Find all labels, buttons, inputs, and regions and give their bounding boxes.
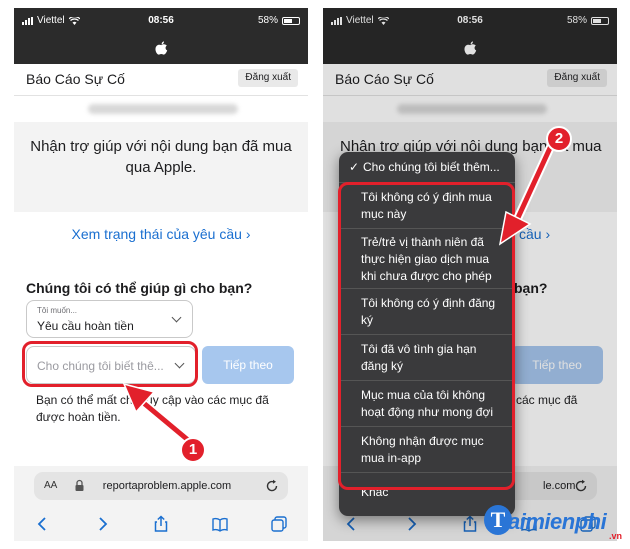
pointer-arrow-2 [498,143,555,246]
pointer-arrow-1 [122,382,193,445]
apple-bar [14,32,308,64]
watermark-brand: aimienphi [508,509,607,534]
watermark-domain: .vn [608,531,622,541]
view-request-status-link[interactable]: Xem trạng thái của yêu cầu › [14,226,308,242]
page-title: Báo Cáo Sự Cố [26,71,125,87]
tutorial-image: Viettel 08:56 58% Báo Cáo Sự Cố Đăng xuấ… [0,0,630,549]
back-icon[interactable] [34,515,52,533]
reload-icon[interactable] [264,478,280,494]
step-badge-1: 1 [180,437,206,463]
blurred-account-email [14,96,308,122]
safari-toolbar [14,506,308,541]
want-select-label: Tôi muốn... [37,306,78,315]
page-header: Báo Cáo Sự Cố Đăng xuất [14,64,308,96]
status-bar: Viettel 08:56 58% [14,8,308,32]
forward-icon[interactable] [93,515,111,533]
logout-button[interactable]: Đăng xuất [238,69,298,87]
url-text: reportaproblem.apple.com [102,480,232,492]
tabs-icon[interactable] [270,515,288,533]
battery-percent: 58% [257,15,278,26]
next-button[interactable]: Tiếp theo [202,346,294,384]
chevron-down-icon [171,312,182,323]
watermark-logo: T aimienphi .vn [484,505,624,543]
url-field[interactable]: AA reportaproblem.apple.com [34,472,288,500]
share-icon[interactable] [152,514,170,533]
help-heading: Chúng tôi có thể giúp gì cho bạn? [26,280,253,296]
bookmarks-icon[interactable] [211,515,229,533]
safari-address-bar: AA reportaproblem.apple.com [14,466,308,506]
step-badge-2: 2 [546,126,572,152]
battery-icon [282,16,300,25]
checkmark-icon: ✓ [349,160,360,174]
phone-screen-left: Viettel 08:56 58% Báo Cáo Sự Cố Đăng xuấ… [14,8,308,541]
want-select[interactable]: Tôi muốn... Yêu cầu hoàn tiền [26,300,193,338]
hero-text: Nhận trợ giúp với nội dung bạn đã mua qu… [30,138,292,176]
want-select-value: Yêu cầu hoàn tiền [37,319,134,333]
hero-banner: Nhận trợ giúp với nội dung bạn đã mua qu… [14,122,308,212]
apple-logo-icon [154,40,167,55]
